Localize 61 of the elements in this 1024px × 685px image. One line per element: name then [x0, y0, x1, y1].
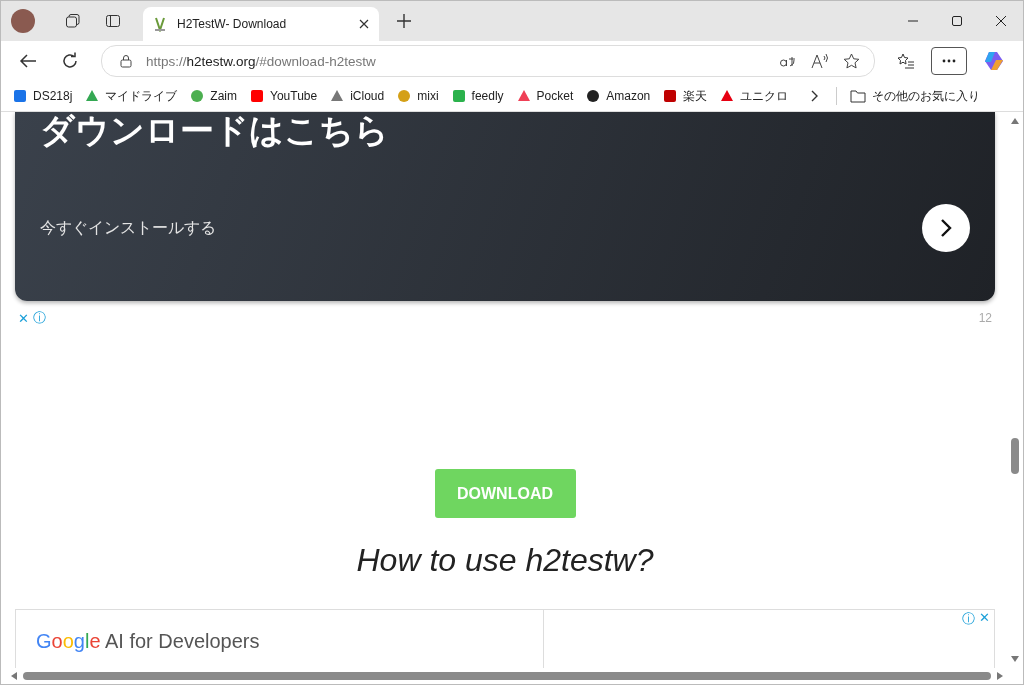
tab-actions-icon[interactable] [105, 13, 121, 29]
scroll-left-icon[interactable] [11, 672, 17, 680]
tab-title: H2TestW- Download [177, 17, 288, 31]
bookmark-item[interactable]: Pocket [516, 89, 574, 103]
favorites-icon[interactable] [897, 53, 915, 69]
bookmark-item[interactable]: Amazon [586, 89, 651, 103]
close-tab-icon[interactable] [359, 19, 369, 29]
banner-subtitle: 今すぐインストールする [40, 217, 216, 238]
bookmark-favicon-icon [397, 89, 412, 103]
bookmark-favicon-icon [663, 89, 678, 103]
bookmark-favicon-icon [190, 89, 205, 103]
more-button[interactable] [931, 47, 967, 75]
scroll-thumb[interactable] [1011, 438, 1019, 474]
bookmark-item[interactable]: 楽天 [663, 87, 708, 105]
url-text: https://h2testw.org/#download-h2testw [146, 53, 376, 69]
other-favorites-item[interactable]: その他のお気に入り [850, 87, 981, 105]
bookmark-item[interactable]: マイドライブ [85, 87, 178, 105]
scroll-up-icon[interactable] [1011, 118, 1019, 124]
back-icon[interactable] [19, 53, 37, 69]
bookmark-favicon-icon [516, 89, 531, 103]
bookmark-favicon-icon [451, 89, 466, 103]
profile-avatar[interactable] [11, 9, 35, 33]
translate-icon[interactable] [779, 54, 797, 68]
bookmark-item[interactable]: mixi [397, 89, 439, 103]
scroll-right-icon[interactable] [997, 672, 1003, 680]
section-heading: How to use h2testw? [356, 542, 654, 579]
lock-icon [120, 54, 132, 68]
refresh-icon[interactable] [61, 52, 79, 70]
bookmark-favicon-icon [250, 89, 265, 103]
bookmark-favicon-icon [85, 89, 100, 103]
scroll-down-icon[interactable] [1011, 656, 1019, 662]
bookmark-item[interactable]: Zaim [190, 89, 238, 103]
copilot-icon[interactable] [983, 50, 1005, 72]
browser-tab[interactable]: H2TestW- Download [143, 7, 379, 41]
banner-title: ダウンロードはこちら [40, 112, 390, 151]
bookmark-item[interactable]: iCloud [330, 89, 385, 103]
download-banner[interactable]: ダウンロードはこちら 今すぐインストールする [15, 112, 995, 301]
new-tab-icon[interactable] [397, 14, 411, 28]
ad-title: Google AI for Developers [36, 630, 260, 652]
bookmark-favicon-icon [720, 89, 735, 103]
maximize-icon[interactable] [951, 15, 963, 27]
folder-icon [850, 89, 867, 103]
close-window-icon[interactable] [995, 15, 1007, 27]
ad-counter: 12 [978, 311, 992, 325]
bookmark-item[interactable]: YouTube [250, 89, 318, 103]
bookmark-favicon-icon [586, 89, 601, 103]
bookmark-item[interactable]: DS218j [13, 89, 73, 103]
scroll-thumb[interactable] [23, 672, 991, 680]
chevron-right-icon [940, 218, 952, 238]
chevron-right-icon[interactable] [811, 90, 820, 102]
bookmark-item[interactable]: feedly [451, 89, 504, 103]
read-aloud-icon[interactable] [811, 53, 829, 69]
bookmark-item[interactable]: ユニクロ [720, 87, 789, 105]
ellipsis-icon [942, 59, 956, 63]
address-bar[interactable]: https://h2testw.org/#download-h2testw [101, 45, 875, 77]
favicon-icon [153, 16, 167, 32]
bookmark-favicon-icon [330, 89, 345, 103]
workspaces-icon[interactable] [65, 13, 81, 29]
bookmark-favicon-icon [13, 89, 27, 103]
star-icon[interactable] [843, 53, 860, 69]
next-button[interactable] [922, 204, 970, 252]
